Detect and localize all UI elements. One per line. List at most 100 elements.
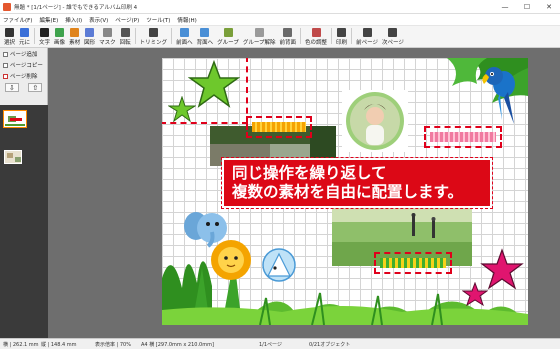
toolbar-label: 背面へ [196, 40, 214, 46]
toolbar-separator [134, 28, 136, 44]
undo-icon [20, 28, 30, 37]
minimize-button[interactable]: — [494, 0, 516, 14]
maximize-button[interactable]: ☐ [516, 0, 538, 14]
send-back-icon [200, 28, 210, 37]
toolbar-button-prev-page[interactable]: 前ページ [354, 25, 380, 47]
toolbar-label: 図形 [84, 40, 96, 46]
layer-icon [283, 28, 293, 37]
toolbar-label: グループ解除 [242, 40, 276, 46]
delete-page-button[interactable]: ページ削除 [0, 71, 47, 81]
copy-page-button[interactable]: ページコピー [0, 60, 47, 70]
next-page-icon [388, 28, 398, 37]
toolbar-button-undo[interactable]: 元に [17, 25, 32, 47]
highlight-box-page [162, 58, 528, 325]
status-bar: 横 | 262.1 mm 縦 | 148.4 mm 表示倍率 | 70% A4 … [0, 338, 560, 349]
toolbar-label: 次ページ [381, 40, 404, 46]
window-controls: — ☐ ✕ [494, 0, 560, 14]
clipart-icon [70, 28, 80, 37]
ungroup-icon [254, 28, 264, 37]
toolbar-separator [34, 28, 36, 44]
toolbar-button-shape[interactable]: 図形 [82, 25, 97, 47]
toolbar-label: 画像 [54, 40, 66, 46]
toolbar-button-send-back[interactable]: 背面へ [195, 25, 216, 47]
menu-view[interactable]: 表示(V) [89, 16, 108, 24]
toolbar-separator [331, 28, 333, 44]
toolbar-button-bring-front[interactable]: 前面へ [174, 25, 195, 47]
title-bar: 無題 * [1/1ページ] - 誰でもできるアルバム印刷 4 — ☐ ✕ [0, 0, 560, 14]
toolbar: 選択 元に 文字 画像 素材 図形 マスク 回転 トリミング 前面へ 背面へ グループ グループ解除 前背… [0, 26, 560, 48]
text-icon [40, 28, 50, 37]
toolbar-label: 色の調整 [305, 40, 328, 46]
album-page[interactable]: 同じ操作を繰り返して 複数の素材を自由に配置します。 [162, 58, 528, 325]
toolbar-label: 前背面 [279, 40, 297, 46]
toolbar-label: 前ページ [356, 40, 378, 46]
status-height: 縦 | 148.4 mm [41, 341, 77, 348]
toolbar-label: トリミング [139, 40, 168, 46]
toolbar-separator [300, 28, 302, 44]
menu-file[interactable]: ファイル(F) [3, 16, 32, 24]
shape-icon [85, 28, 95, 37]
add-page-icon [3, 51, 8, 57]
status-page: 1/1ページ [259, 341, 282, 348]
toolbar-label: 印刷 [336, 40, 348, 46]
status-zoom: 表示倍率 | 70% [95, 341, 131, 348]
add-page-label: ページ追加 [10, 52, 38, 58]
toolbar-button-clipart[interactable]: 素材 [67, 25, 82, 47]
toolbar-button-next-page[interactable]: 次ページ [380, 25, 406, 47]
toolbar-label: 選択 [4, 40, 16, 46]
pointer-icon [5, 28, 14, 37]
toolbar-button-pointer[interactable]: 選択 [2, 25, 17, 47]
page-thumbnail[interactable] [3, 110, 27, 128]
toolbar-label: 元に [19, 40, 31, 46]
copy-page-label: ページコピー [10, 63, 43, 69]
move-page-up-button[interactable]: ⇧ [28, 83, 43, 92]
app-icon [3, 2, 11, 11]
toolbar-button-crop[interactable]: トリミング [138, 25, 170, 47]
toolbar-button-group[interactable]: グループ [215, 25, 241, 47]
thumbnail-preview [5, 151, 21, 163]
delete-page-label: ページ削除 [10, 74, 38, 80]
toolbar-label: グループ [217, 40, 239, 46]
image-icon [55, 28, 65, 37]
page-panel: ページ追加 ページコピー ページ削除 ⇩ ⇧ [0, 48, 48, 338]
close-button[interactable]: ✕ [538, 0, 560, 14]
status-paper: A4 横 [297.0mm x 210.0mm] [141, 341, 214, 348]
toolbar-button-mask[interactable]: マスク [97, 25, 118, 47]
delete-page-icon [3, 73, 8, 79]
menu-edit[interactable]: 編集(E) [39, 16, 58, 24]
crop-icon [148, 28, 158, 37]
toolbar-separator [351, 28, 353, 44]
rotate-icon [120, 28, 130, 37]
mask-icon [102, 28, 112, 37]
toolbar-button-ungroup[interactable]: グループ解除 [241, 25, 278, 47]
toolbar-button-text[interactable]: 文字 [37, 25, 52, 47]
add-page-button[interactable]: ページ追加 [0, 49, 47, 59]
toolbar-label: マスク [99, 40, 116, 46]
prev-page-icon [362, 28, 372, 37]
toolbar-button-layer[interactable]: 前背面 [278, 25, 299, 47]
page-thumbnail-list[interactable] [0, 105, 48, 338]
toolbar-button-print[interactable]: 印刷 [334, 25, 349, 47]
status-objects: 0/21オブジェクト [309, 341, 351, 348]
thumbnail-preview [5, 112, 25, 126]
move-page-down-button[interactable]: ⇩ [4, 83, 19, 92]
menu-tools[interactable]: ツール(T) [146, 16, 170, 24]
window-title: 無題 * [1/1ページ] - 誰でもできるアルバム印刷 4 [14, 4, 138, 11]
status-width: 横 | 262.1 mm [3, 341, 39, 348]
page-order-controls: ⇩ ⇧ [0, 83, 47, 92]
canvas-area[interactable]: 同じ操作を繰り返して 複数の素材を自由に配置します。 [48, 48, 560, 338]
toolbar-separator [171, 28, 173, 44]
toolbar-button-rotate[interactable]: 回転 [118, 25, 133, 47]
menu-insert[interactable]: 挿入(I) [65, 16, 82, 24]
group-icon [223, 28, 233, 37]
toolbar-button-image[interactable]: 画像 [52, 25, 67, 47]
copy-page-icon [3, 62, 8, 68]
bring-front-icon [179, 28, 189, 37]
page-thumbnail[interactable] [4, 150, 22, 164]
menu-page[interactable]: ページ(P) [115, 16, 139, 24]
print-icon [337, 28, 347, 37]
toolbar-label: 文字 [39, 40, 51, 46]
toolbar-label: 素材 [69, 40, 81, 46]
menu-help[interactable]: 情報(H) [177, 16, 196, 24]
toolbar-button-color-adjust[interactable]: 色の調整 [303, 25, 329, 47]
